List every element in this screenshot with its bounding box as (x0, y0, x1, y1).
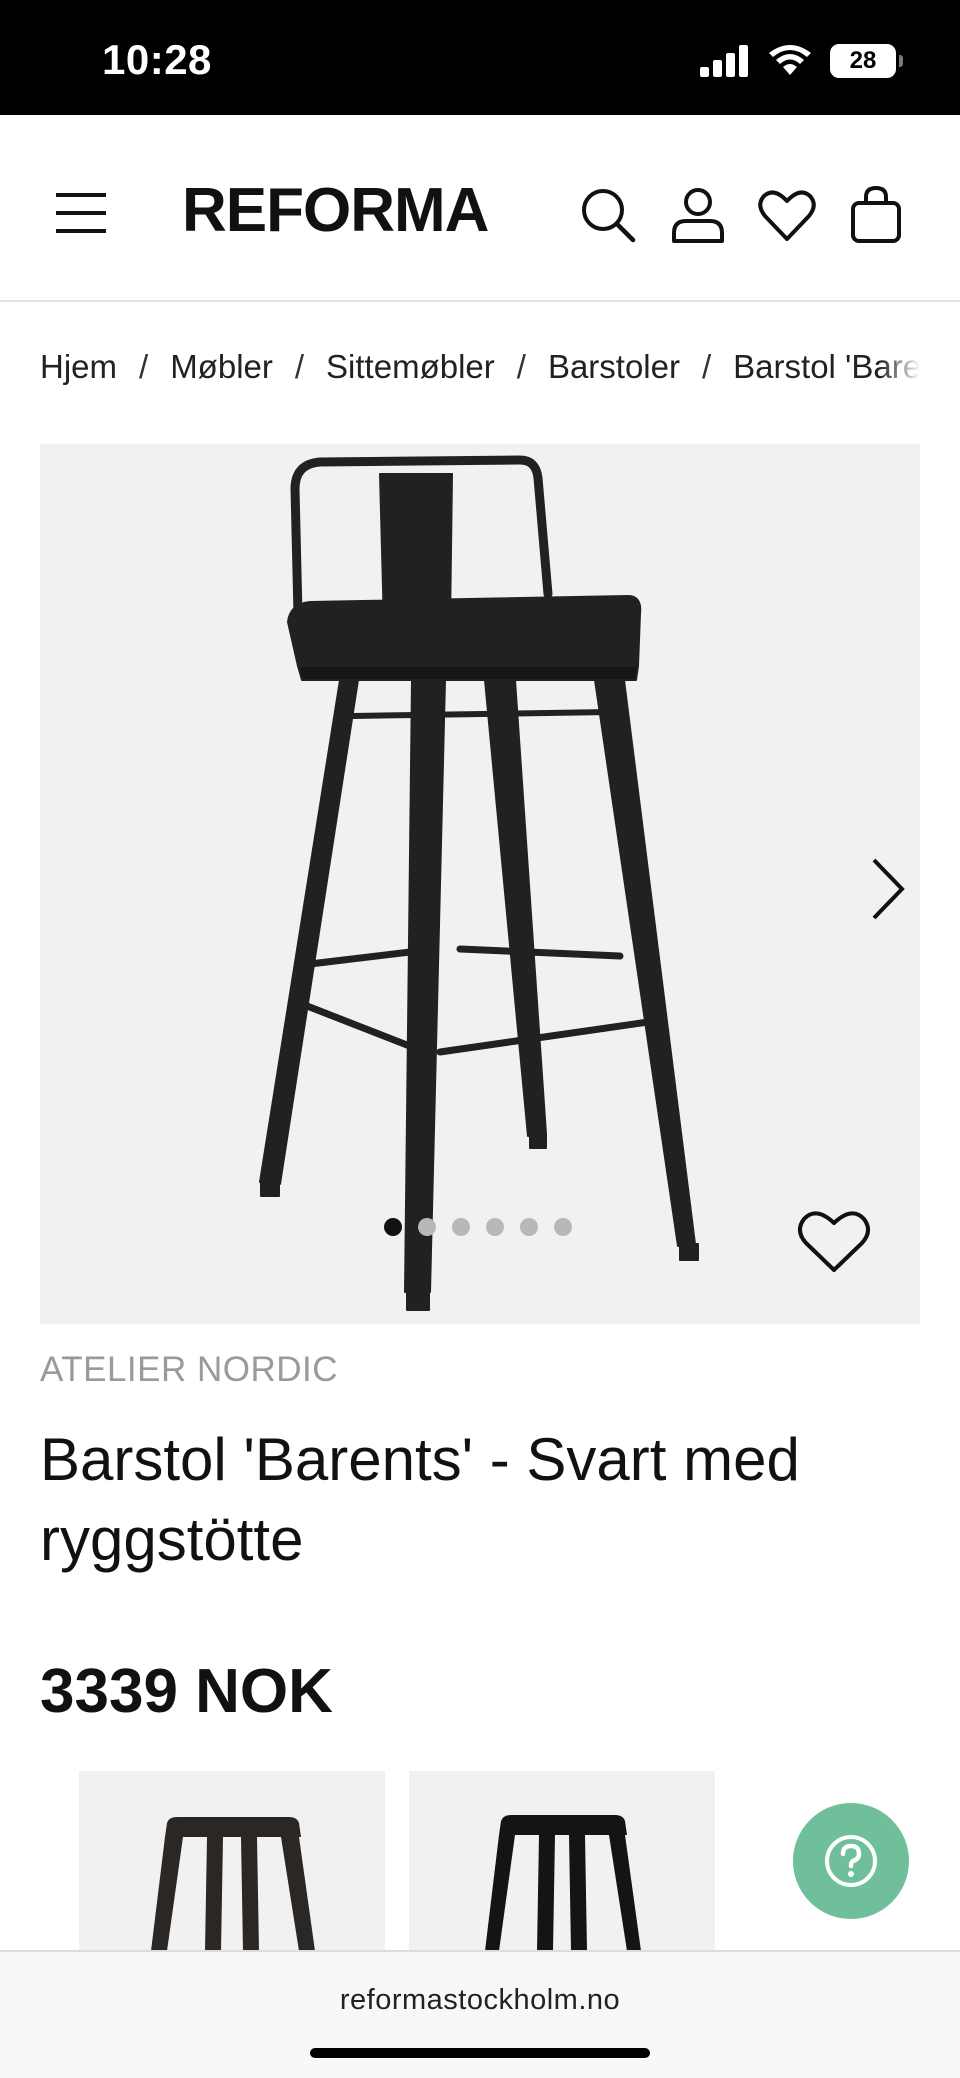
related-product-image (485, 1815, 641, 1951)
related-product-image (151, 1817, 315, 1951)
gallery-dot[interactable] (384, 1218, 402, 1236)
product-image (259, 455, 699, 1311)
wifi-icon (769, 45, 811, 75)
product-brand[interactable]: ATELIER NORDIC (40, 1350, 338, 1390)
breadcrumb-separator: / (294, 348, 305, 385)
gallery-dot[interactable] (418, 1218, 436, 1236)
gallery-pagination (384, 1218, 572, 1236)
breadcrumb-item-hjem[interactable]: Hjem (40, 348, 117, 386)
gallery-dot[interactable] (554, 1218, 572, 1236)
gallery-dot[interactable] (520, 1218, 538, 1236)
status-indicators: 28 (700, 44, 903, 78)
browser-address-bar[interactable]: reformastockholm.no (0, 1950, 960, 2078)
gallery-dot[interactable] (452, 1218, 470, 1236)
heart-icon[interactable] (796, 1206, 872, 1276)
signal-icon (700, 45, 748, 77)
help-icon (825, 1835, 877, 1887)
breadcrumb-separator: / (139, 348, 149, 385)
account-icon[interactable] (668, 185, 728, 245)
cart-icon[interactable] (846, 185, 906, 245)
chevron-right-icon[interactable] (862, 854, 914, 924)
product-price: 3339 NOK (40, 1657, 333, 1726)
breadcrumb-item-barstoler[interactable]: Barstoler (548, 348, 680, 386)
search-icon[interactable] (578, 185, 638, 245)
related-product-card[interactable] (409, 1771, 715, 1951)
menu-icon[interactable] (56, 193, 108, 233)
site-logo[interactable]: REFORMA (182, 175, 489, 246)
site-header: REFORMA (0, 115, 960, 302)
status-time: 10:28 (102, 36, 212, 83)
home-indicator[interactable] (310, 2048, 650, 2058)
wishlist-icon[interactable] (757, 185, 817, 245)
product-gallery[interactable] (40, 444, 920, 1324)
breadcrumb-fade (880, 342, 920, 392)
product-title: Barstol 'Barents' - Svart med ryggstötte (40, 1426, 800, 1573)
breadcrumb-separator: / (702, 348, 712, 385)
status-bar: 10:28 28 (0, 0, 960, 115)
related-product-card[interactable] (79, 1771, 385, 1951)
gallery-dot[interactable] (486, 1218, 504, 1236)
help-button[interactable] (793, 1803, 909, 1919)
breadcrumb-separator: / (516, 348, 526, 385)
breadcrumb-item-mobler[interactable]: Møbler (170, 348, 273, 386)
url-text[interactable]: reformastockholm.no (0, 1984, 960, 2017)
battery-indicator: 28 (830, 44, 903, 78)
breadcrumb: Hjem / Møbler / Sittemøbler / Barstoler … (40, 342, 920, 392)
breadcrumb-item-sittemobler[interactable]: Sittemøbler (326, 348, 495, 386)
